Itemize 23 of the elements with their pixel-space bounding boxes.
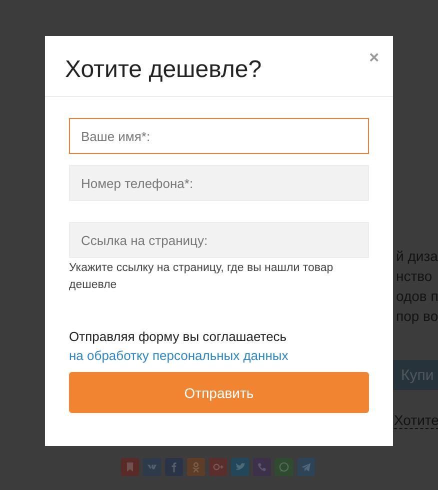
consent-link[interactable]: на обработку персональных данных bbox=[69, 346, 369, 365]
logo-icon bbox=[190, 461, 202, 473]
submit-button[interactable]: Отправить bbox=[69, 372, 369, 413]
share-button[interactable] bbox=[231, 458, 249, 476]
phone-icon bbox=[256, 461, 268, 473]
share-button[interactable] bbox=[187, 458, 205, 476]
logo-icon bbox=[212, 461, 224, 473]
close-button[interactable]: × bbox=[369, 48, 379, 68]
input-field[interactable]: Ваше имя*: bbox=[69, 118, 369, 154]
bird-icon bbox=[234, 461, 246, 473]
share-button[interactable] bbox=[121, 458, 139, 476]
share-button[interactable] bbox=[253, 458, 271, 476]
bookmark-icon bbox=[124, 461, 136, 473]
share-button[interactable] bbox=[143, 458, 161, 476]
share-button[interactable] bbox=[209, 458, 227, 476]
share-button[interactable] bbox=[275, 458, 293, 476]
dialog-title: Хотите дешевле? bbox=[65, 56, 262, 84]
share-button[interactable] bbox=[165, 458, 183, 476]
field-hint: Укажите ссылку на страницу, где вы нашли товар дешевле bbox=[69, 261, 334, 293]
consent-text: Отправляя форму вы соглашаетесь bbox=[69, 328, 288, 346]
share-button[interactable] bbox=[297, 458, 315, 476]
chat-bubble-icon bbox=[278, 461, 290, 473]
paper-plane-icon bbox=[300, 461, 312, 473]
